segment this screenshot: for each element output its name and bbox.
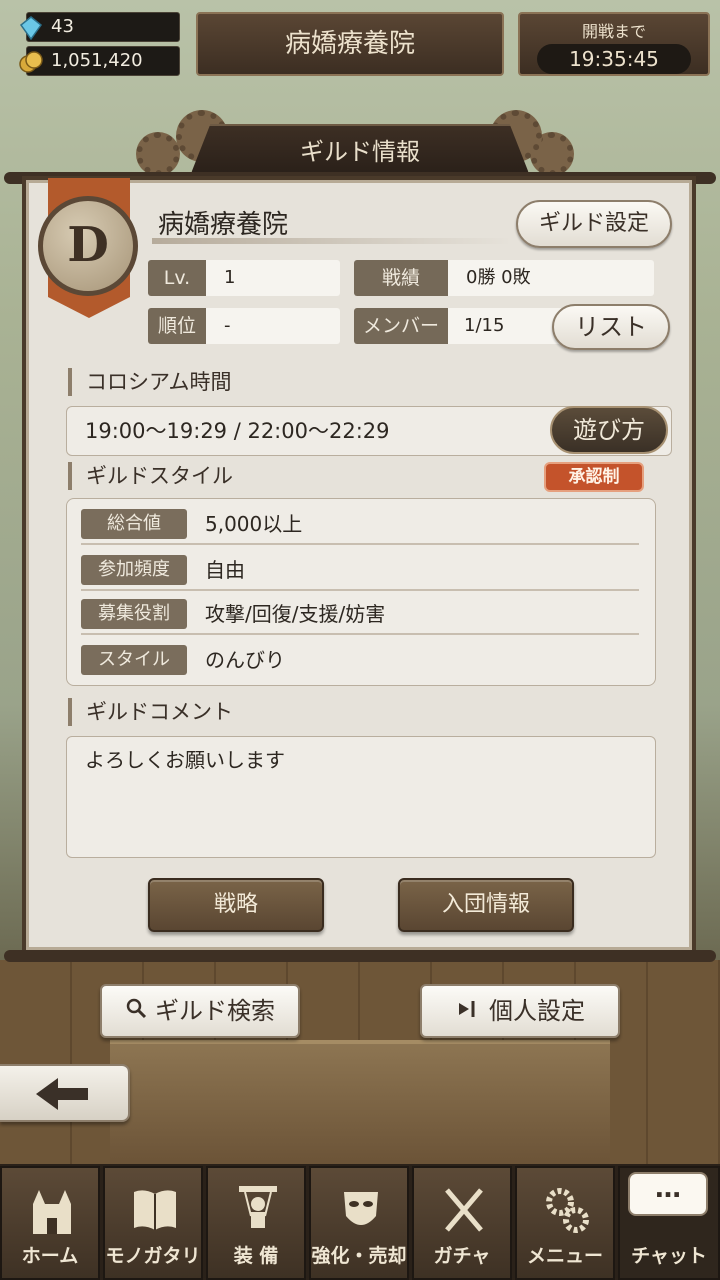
nav-gacha[interactable]: ガチャ (412, 1166, 512, 1280)
nav-story[interactable]: モノガタリ (103, 1166, 203, 1280)
stat-record: 戦績 0勝 0敗 (354, 260, 654, 296)
style-row: 参加頻度 自由 (81, 547, 639, 591)
mask-icon (344, 1192, 378, 1225)
level-label: Lv. (148, 260, 206, 296)
gears-icon (546, 1188, 589, 1233)
guild-style-title: ギルドスタイル (68, 462, 233, 490)
gold-counter: 1,051,420 (19, 46, 180, 76)
stat-level: Lv. 1 (148, 260, 340, 296)
style-row-value: のんびり (205, 648, 285, 672)
crossed-swords-icon (445, 1188, 483, 1232)
guild-name: 病嬌療養院 (158, 210, 289, 240)
gem-counter: 43 (19, 12, 180, 42)
guild-search-label: ギルド検索 (155, 997, 275, 1025)
style-row-label: 総合値 (81, 509, 187, 539)
book-icon (134, 1190, 176, 1230)
style-row-value: 自由 (205, 558, 245, 582)
castle-icon (33, 1190, 71, 1234)
member-list-button[interactable]: リスト (552, 304, 670, 350)
nav-enhance-sell-label: 強化・売却 (311, 1245, 407, 1267)
how-to-play-button[interactable]: 遊び方 (550, 406, 668, 454)
search-icon (125, 988, 147, 1038)
style-row-value: 攻撃/回復/支援/妨害 (205, 602, 386, 626)
gem-count: 43 (51, 16, 74, 37)
gold-coin-icon (19, 51, 43, 73)
record-label: 戦績 (354, 260, 448, 296)
countdown-value: 19:35:45 (537, 44, 691, 74)
panel-title: ギルド情報 (190, 124, 530, 176)
puppet-icon (239, 1186, 277, 1228)
level-value: 1 (224, 267, 236, 288)
style-row: 募集役割 攻撃/回復/支援/妨害 (81, 591, 639, 635)
gear-ornament-left (136, 132, 180, 176)
nav-chat-label: チャット (631, 1245, 707, 1267)
nav-menu-label: メニュー (526, 1245, 603, 1267)
guild-search-button[interactable]: ギルド検索 (100, 984, 300, 1038)
ship-deck-hatch (110, 1040, 610, 1170)
countdown-label: 開戦まで (581, 22, 646, 41)
guild-comment-title: ギルドコメント (68, 698, 233, 726)
ranking-label: 順位 (148, 308, 206, 344)
nav-story-label: モノガタリ (105, 1245, 201, 1267)
panel-rod-bottom (4, 950, 716, 962)
personal-settings-label: 個人設定 (489, 997, 585, 1025)
nav-equip-label: 装 備 (233, 1245, 279, 1267)
stat-members: メンバー 1/15 (354, 308, 564, 344)
back-arrow-icon (36, 1078, 88, 1110)
style-row-label: 参加頻度 (81, 555, 187, 585)
strategy-button[interactable]: 戦略 (148, 878, 324, 932)
nav-equip[interactable]: 装 備 (206, 1166, 306, 1280)
style-row: 総合値 5,000以上 (81, 501, 639, 545)
style-row-label: 募集役割 (81, 599, 187, 629)
guild-settings-button[interactable]: ギルド設定 (516, 200, 672, 248)
record-value: 0勝 0敗 (466, 267, 531, 288)
back-button[interactable] (0, 1064, 130, 1122)
join-info-button[interactable]: 入団情報 (398, 878, 574, 932)
nav-chat[interactable]: … チャット (618, 1166, 720, 1280)
bottom-nav: ホーム モノガタリ 装 備 強化・売却 ガチャ メニュー … チャット (0, 1164, 720, 1280)
rank-medal: D (38, 196, 138, 296)
style-row-value: 5,000以上 (205, 512, 303, 536)
guild-comment-box: よろしくお願いします (66, 736, 656, 858)
approval-badge: 承認制 (544, 462, 644, 492)
nav-menu[interactable]: メニュー (515, 1166, 615, 1280)
nav-enhance-sell[interactable]: 強化・売却 (309, 1166, 409, 1280)
style-row-label: スタイル (81, 645, 187, 675)
guild-title-plate: 病嬌療養院 (196, 12, 504, 76)
colosseum-title: コロシアム時間 (68, 368, 232, 396)
ranking-value: - (224, 315, 231, 336)
personal-settings-button[interactable]: 個人設定 (420, 984, 620, 1038)
gold-count: 1,051,420 (51, 50, 143, 71)
guild-comment-text: よろしくお願いします (85, 748, 285, 772)
member-label: メンバー (354, 308, 448, 344)
style-row: スタイル のんびり (81, 637, 639, 681)
stat-ranking: 順位 - (148, 308, 340, 344)
guild-style-box: 総合値 5,000以上 参加頻度 自由 募集役割 攻撃/回復/支援/妨害 スタイ… (66, 498, 656, 686)
nav-gacha-label: ガチャ (433, 1245, 491, 1267)
name-underline (152, 238, 512, 244)
exit-arrow-icon (455, 988, 481, 1038)
colosseum-times-text: 19:00〜19:29 / 22:00〜22:29 (85, 419, 390, 443)
gem-icon (19, 16, 43, 40)
battle-countdown: 開戦まで 19:35:45 (518, 12, 710, 76)
nav-home[interactable]: ホーム (0, 1166, 100, 1280)
chat-bubble-icon: … (628, 1172, 708, 1216)
member-value: 1/15 (464, 315, 505, 336)
nav-home-label: ホーム (21, 1245, 79, 1267)
